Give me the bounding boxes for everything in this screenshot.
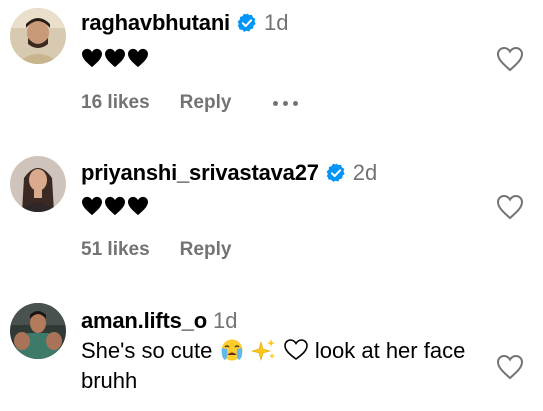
timestamp: 1d [212,308,238,333]
comment-text: She's so cute look at her face bruhh [81,336,471,396]
comment-raghavbhutani: raghavbhutani 1d 16 likes Reply [0,0,543,140]
likes-count[interactable]: 51 likes [81,239,150,261]
username[interactable]: raghavbhutani [81,10,230,36]
dot [273,100,279,106]
username[interactable]: priyanshi_srivastava27 [81,160,319,186]
likes-count[interactable]: 16 likes [81,92,150,114]
avatar-image [10,303,66,359]
comment-meta: 51 likes Reply [81,239,231,261]
black-heart-icon [105,196,125,216]
more-options-icon[interactable] [273,93,299,113]
comment-header: aman.lifts_o 1d [81,308,237,334]
like-heart-icon[interactable] [496,194,524,220]
black-heart-icon [82,196,102,216]
dot [283,100,289,106]
black-heart-icon [128,48,148,68]
white-heart-icon [283,339,308,360]
comment-text-part1: She's so cute [81,338,213,363]
comment-priyanshi: priyanshi_srivastava27 2d 51 likes Reply [0,150,543,290]
avatar-image [10,8,66,64]
avatar[interactable] [10,303,66,359]
black-heart-icon [82,48,102,68]
comment-meta: 16 likes Reply [81,92,299,114]
timestamp: 1d [263,10,289,35]
verified-badge-icon [326,163,345,182]
username[interactable]: aman.lifts_o [81,308,207,334]
black-heart-icon [105,48,125,68]
reply-button[interactable]: Reply [180,239,232,261]
avatar[interactable] [10,156,66,212]
sparkles-icon [250,339,275,362]
verified-badge-icon [237,13,256,32]
dot [293,100,299,106]
comment-header: priyanshi_srivastava27 2d [81,160,377,186]
like-heart-icon[interactable] [496,46,524,72]
timestamp: 2d [352,160,378,185]
crying-face-icon [221,339,243,361]
black-heart-icon [128,196,148,216]
comment-aman: aman.lifts_o 1d She's so cute look at he… [0,298,543,411]
avatar[interactable] [10,8,66,64]
comment-text [81,196,149,216]
avatar-image [10,156,66,212]
reply-button[interactable]: Reply [180,92,232,114]
like-heart-icon[interactable] [496,354,524,380]
comment-text [81,48,149,68]
comment-header: raghavbhutani 1d [81,10,288,36]
